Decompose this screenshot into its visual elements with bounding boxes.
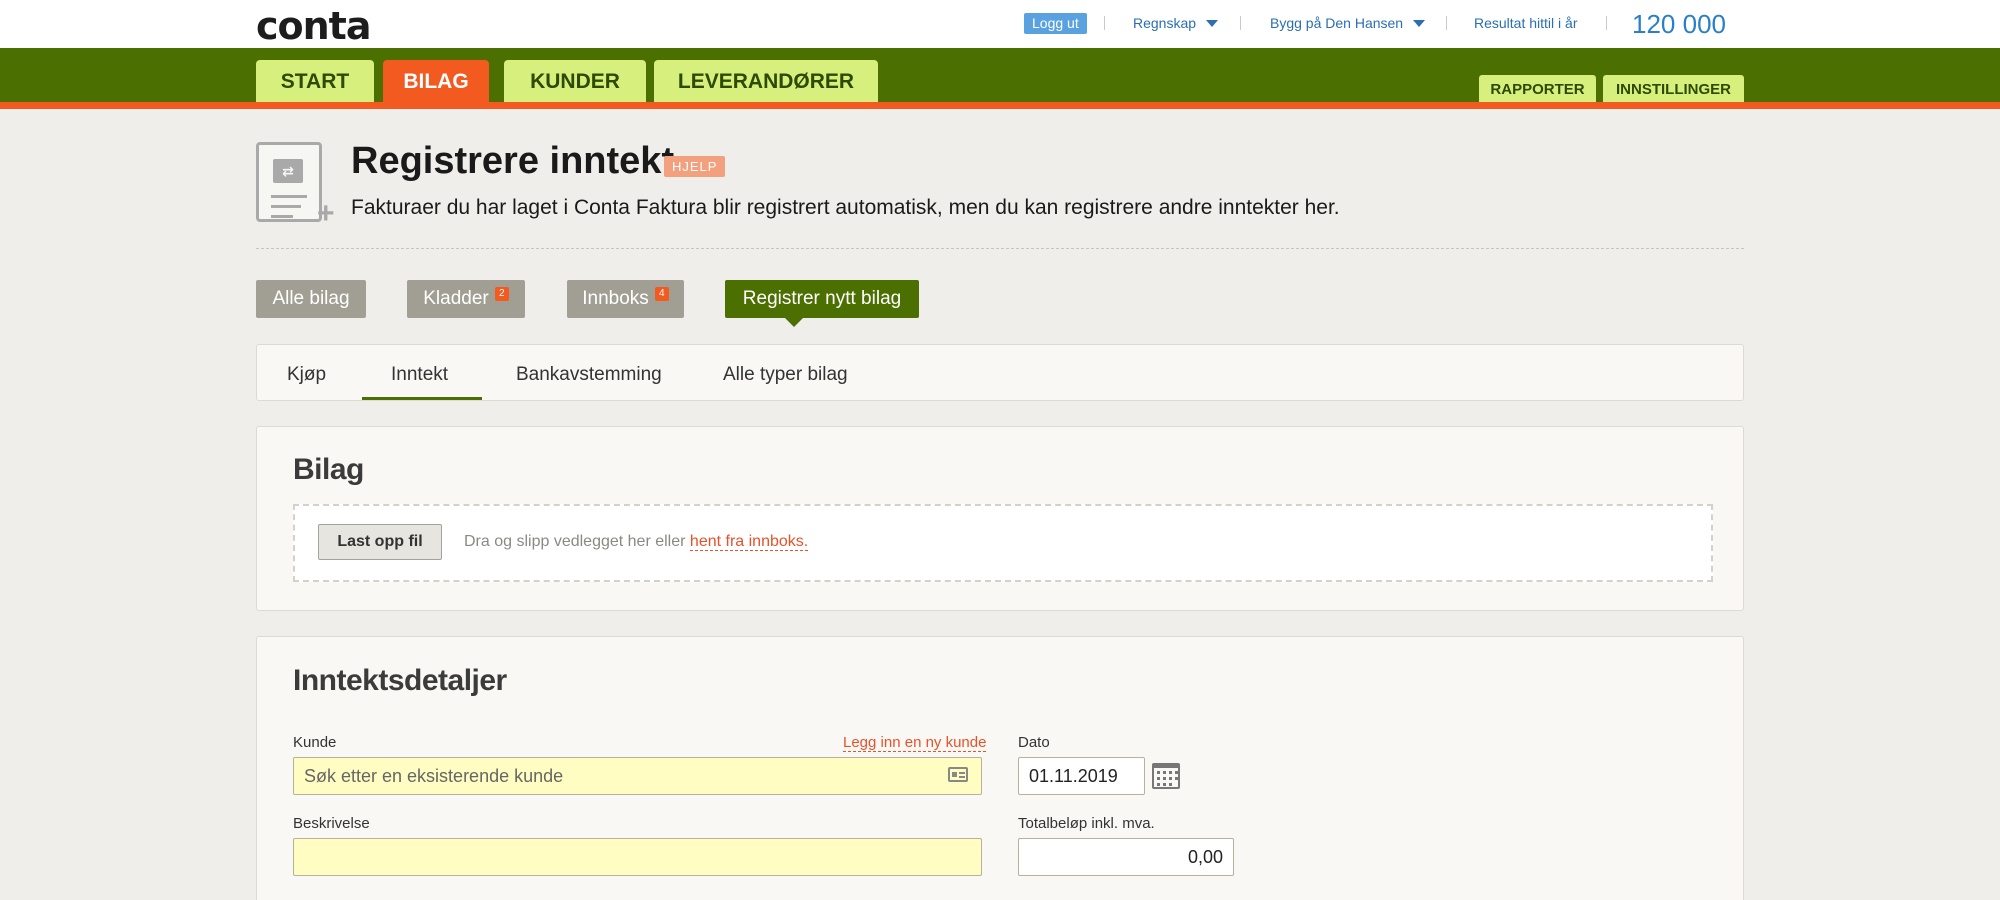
date-label: Dato <box>1018 734 1050 751</box>
tab-kunder[interactable]: KUNDER <box>504 60 646 102</box>
total-amount-label: Totalbeløp inkl. mva. <box>1018 815 1155 832</box>
all-bilag-button[interactable]: Alle bilag <box>256 280 366 318</box>
total-amount-input[interactable]: 0,00 <box>1018 838 1234 876</box>
new-customer-link[interactable]: Legg inn en ny kunde <box>843 734 987 752</box>
page-subtitle: Fakturaer du har laget i Conta Faktura b… <box>351 196 1340 219</box>
customer-search-input[interactable]: Søk etter en eksisterende kunde <box>293 757 982 795</box>
customer-label: Kunde <box>293 734 337 751</box>
chevron-down-icon <box>1413 20 1426 27</box>
tab-leverandorer[interactable]: LEVERANDØRER <box>654 60 878 102</box>
tab-bilag[interactable]: BILAG <box>383 60 489 109</box>
chevron-down-icon <box>1206 20 1219 27</box>
dropzone-text: Dra og slipp vedlegget her eller hent fr… <box>464 533 809 551</box>
nav-accent-line <box>0 102 2000 109</box>
tab-alle-typer-bilag[interactable]: Alle typer bilag <box>723 364 848 386</box>
top-divider <box>1240 16 1241 30</box>
innboks-button[interactable]: Innboks 4 <box>567 280 684 318</box>
count-badge: 2 <box>494 287 509 301</box>
divider <box>256 248 1744 249</box>
kladder-button[interactable]: Kladder 2 <box>407 280 525 318</box>
income-details-title: Inntektsdetaljer <box>293 664 507 697</box>
type-tab-bar <box>256 344 1744 401</box>
active-pointer-icon <box>785 318 803 327</box>
active-tab-indicator <box>362 397 482 400</box>
account-dropdown[interactable]: Regnskap <box>1133 15 1219 31</box>
account-label: Regnskap <box>1133 15 1197 31</box>
company-label: Bygg på Den Hansen <box>1270 15 1404 31</box>
date-input[interactable]: 01.11.2019 <box>1018 757 1145 795</box>
count-badge: 4 <box>654 287 669 301</box>
result-label[interactable]: Resultat hittil i år <box>1474 15 1577 31</box>
page-title: Registrere inntekt <box>351 140 675 182</box>
tab-bankavstemming[interactable]: Bankavstemming <box>516 364 662 386</box>
top-divider <box>1104 16 1105 30</box>
tab-inntekt[interactable]: Inntekt <box>391 364 448 386</box>
plus-icon: + <box>317 197 335 230</box>
income-document-icon: ⇄ + <box>256 142 335 230</box>
tab-innstillinger[interactable]: INNSTILLINGER <box>1603 75 1744 102</box>
fetch-from-inbox-link[interactable]: hent fra innboks. <box>689 533 809 551</box>
help-button[interactable]: HJELP <box>664 156 726 177</box>
company-dropdown[interactable]: Bygg på Den Hansen <box>1270 15 1426 31</box>
image-icon: ⇄ <box>273 159 303 183</box>
bilag-title: Bilag <box>293 453 364 486</box>
register-new-bilag-button[interactable]: Registrer nytt bilag <box>725 280 919 318</box>
top-divider <box>1606 16 1607 30</box>
tab-rapporter[interactable]: RAPPORTER <box>1479 75 1596 102</box>
description-input[interactable] <box>293 838 982 876</box>
result-value: 120 000 <box>1632 9 1726 39</box>
calendar-icon[interactable] <box>1152 763 1180 789</box>
logout-button[interactable]: Logg ut <box>1024 13 1087 34</box>
top-bar: conta Logg ut Regnskap Bygg på Den Hanse… <box>0 0 2000 48</box>
upload-file-button[interactable]: Last opp fil <box>318 524 442 560</box>
tab-kjop[interactable]: Kjøp <box>287 364 326 386</box>
contact-card-icon[interactable] <box>948 767 968 782</box>
tab-start[interactable]: START <box>256 60 374 102</box>
top-divider <box>1446 16 1447 30</box>
description-label: Beskrivelse <box>293 815 370 832</box>
conta-logo[interactable]: conta <box>256 4 371 48</box>
